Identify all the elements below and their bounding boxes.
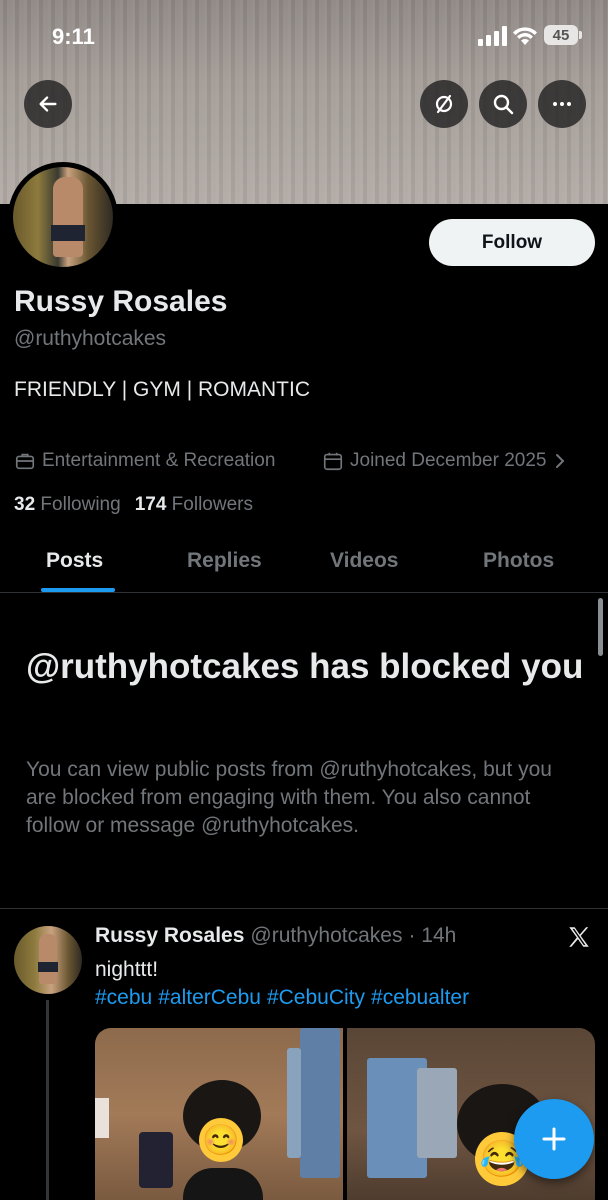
x-logo-icon — [569, 927, 589, 947]
joined-label: Joined December 2025 — [350, 450, 547, 471]
blocked-description: You can view public posts from @ruthyhot… — [26, 758, 552, 837]
followers-link[interactable]: 174 Followers — [135, 494, 253, 516]
briefcase-icon — [15, 453, 35, 470]
divider — [0, 908, 608, 909]
profile-joined[interactable]: Joined December 2025 — [322, 450, 568, 472]
profile-handle: @ruthyhotcakes — [14, 327, 167, 350]
profile-category: Entertainment & Recreation — [14, 450, 275, 472]
calendar-icon — [323, 452, 343, 471]
compose-button[interactable] — [514, 1099, 594, 1179]
scrollbar[interactable] — [598, 598, 603, 656]
follow-button[interactable]: Follow — [429, 219, 595, 266]
post-time: · 14h — [408, 924, 457, 947]
post-image-1[interactable]: 😊 — [95, 1028, 343, 1200]
plus-icon — [542, 1127, 566, 1151]
hashtag-link[interactable]: #cebu — [95, 986, 152, 1010]
post-header: Russy Rosales @ruthyhotcakes · 14h — [95, 924, 456, 948]
tab-replies[interactable]: Replies — [187, 549, 262, 573]
grok-icon — [435, 94, 453, 114]
profile-avatar[interactable] — [8, 162, 118, 272]
profile-tabs: Posts Replies Videos Photos — [0, 535, 608, 593]
grok-button[interactable] — [420, 80, 468, 128]
followers-count: 174 — [134, 494, 167, 515]
tab-posts[interactable]: Posts — [46, 549, 103, 573]
hashtag-link[interactable]: #cebualter — [371, 986, 469, 1010]
battery-level: 45 — [552, 26, 570, 44]
back-button[interactable] — [24, 80, 72, 128]
thread-line — [46, 1000, 49, 1200]
following-label: Following — [40, 494, 121, 515]
category-label: Entertainment & Recreation — [42, 450, 276, 471]
more-button[interactable] — [538, 80, 586, 128]
signal-icon — [478, 26, 507, 46]
status-bar: 9:11 45 — [0, 0, 608, 70]
follow-counts: 32 Following 174 Followers — [14, 494, 253, 516]
hashtag-link[interactable]: #alterCebu — [158, 986, 261, 1010]
tab-photos[interactable]: Photos — [483, 549, 554, 573]
status-time: 9:11 — [52, 24, 95, 49]
avatar-image — [13, 167, 113, 267]
followers-label: Followers — [171, 494, 253, 515]
tab-videos[interactable]: Videos — [330, 549, 398, 573]
wifi-icon — [513, 27, 537, 45]
arrow-left-icon — [39, 96, 57, 112]
battery-indicator: 45 — [544, 25, 582, 45]
profile-bio: FRIENDLY | GYM | ROMANTIC — [14, 378, 310, 401]
search-button[interactable] — [479, 80, 527, 128]
active-tab-indicator — [41, 588, 115, 592]
post-author-name[interactable]: Russy Rosales — [95, 924, 244, 948]
blocked-title: @ruthyhotcakes has blocked you — [26, 647, 584, 686]
post-text: nighttt! — [95, 958, 159, 981]
post-avatar[interactable] — [14, 926, 82, 994]
profile-name: Russy Rosales — [14, 285, 228, 318]
more-icon — [553, 102, 571, 106]
post-media[interactable]: 😊 😂 — [95, 1028, 595, 1200]
hashtag-link[interactable]: #CebuCity — [267, 986, 365, 1010]
face-emoji: 😊 — [199, 1118, 243, 1162]
following-link[interactable]: 32 Following — [14, 494, 121, 516]
search-icon — [493, 94, 514, 115]
post-author-handle[interactable]: @ruthyhotcakes — [250, 924, 402, 948]
post-hashtags: #cebu #alterCebu #CebuCity #cebualter — [95, 986, 469, 1010]
following-count: 32 — [14, 494, 36, 515]
chevron-right-icon — [556, 454, 565, 468]
